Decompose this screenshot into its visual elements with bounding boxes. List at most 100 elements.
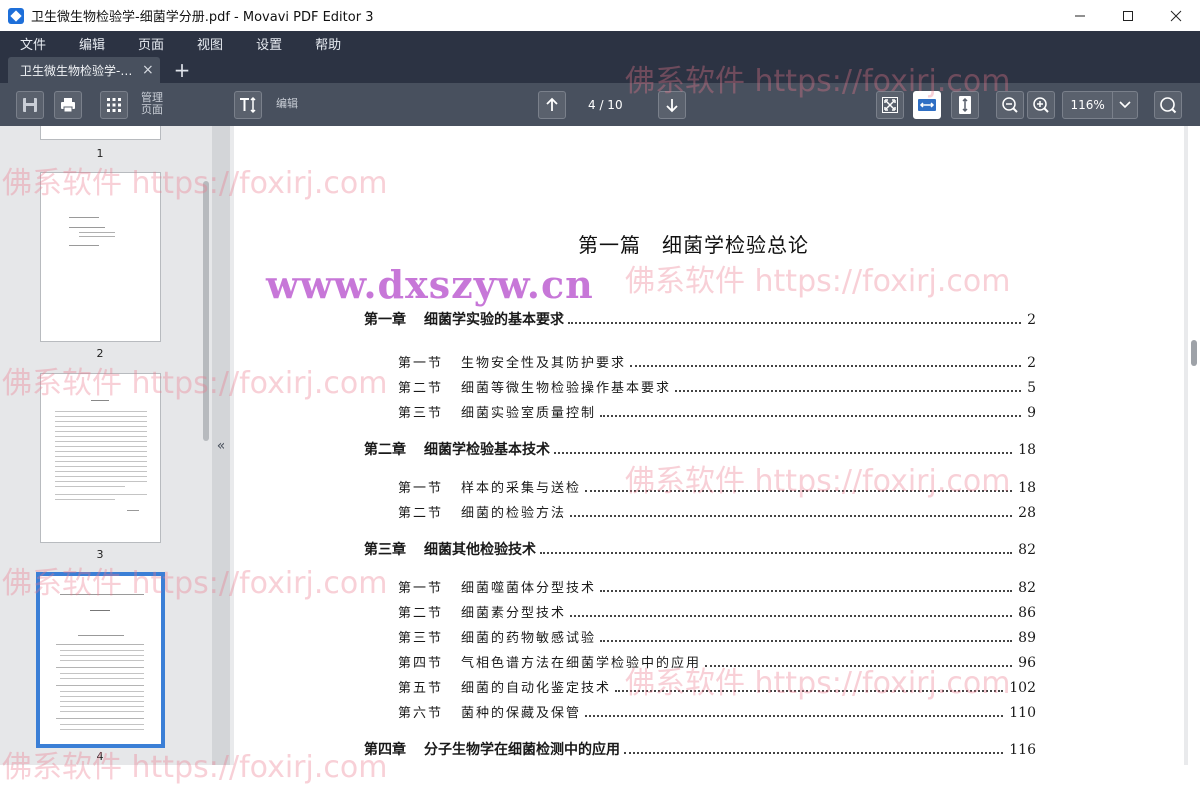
toc-number: 第二节 [398, 606, 444, 621]
save-icon [23, 98, 37, 112]
zoom-in-icon [1033, 97, 1049, 113]
toc-page-number: 28 [1018, 505, 1036, 521]
toc-chapter-row[interactable]: 第一章 细菌学实验的基本要求 2 [364, 309, 1036, 329]
thumbnail-number-4: 4 [96, 750, 104, 763]
tab-close-button[interactable]: × [142, 62, 154, 78]
search-button[interactable] [1154, 91, 1182, 119]
printer-icon [61, 98, 75, 113]
toc-number: 第一节 [398, 356, 444, 371]
toc-leader-dots [630, 365, 1022, 367]
chevron-down-icon[interactable] [1113, 101, 1137, 109]
fit-height-icon [959, 96, 971, 114]
edit-label[interactable]: 编辑 [276, 98, 298, 110]
toc-section-row[interactable]: 第一节 细菌噬菌体分型技术 82 [398, 577, 1036, 596]
toc-section-row[interactable]: 第五节 细菌的自动化鉴定技术 102 [398, 677, 1036, 696]
toc-page-number: 18 [1018, 480, 1036, 496]
toc-section-row[interactable]: 第二节 细菌的检验方法 28 [398, 502, 1036, 521]
zoom-select[interactable]: 116% [1062, 91, 1138, 119]
menu-file[interactable]: 文件 [20, 34, 46, 53]
fit-width-button[interactable] [913, 91, 941, 119]
toc-section-row[interactable]: 第三节 细菌实验室质量控制 9 [398, 402, 1036, 421]
edit-text-button[interactable] [234, 91, 262, 119]
next-page-button[interactable] [658, 91, 686, 119]
toc-title: 细菌学实验的基本要求 [424, 312, 564, 328]
grid-icon [107, 98, 121, 112]
toc-number: 第三节 [398, 406, 444, 421]
toc-section-row[interactable]: 第六节 菌种的保藏及保管 110 [398, 702, 1036, 721]
toc-number: 第五节 [398, 681, 444, 696]
zoom-in-button[interactable] [1027, 91, 1055, 119]
toc-page-number: 2 [1027, 355, 1036, 371]
toc-section-row[interactable]: 第三节 细菌的药物敏感试验 89 [398, 627, 1036, 646]
toc-title: 细菌的检验方法 [461, 506, 567, 521]
zoom-out-button[interactable] [996, 91, 1024, 119]
toc-leader-dots [570, 615, 1013, 617]
fit-page-button[interactable] [876, 91, 904, 119]
page-thumbnail-3[interactable] [40, 373, 161, 543]
toc-chapter-row[interactable]: 第三章 细菌其他检验技术 82 [364, 539, 1036, 559]
toc-leader-dots [600, 640, 1013, 642]
close-window-button[interactable] [1152, 0, 1200, 31]
print-button[interactable] [54, 91, 82, 119]
toc-leader-dots [568, 322, 1022, 324]
toc-section-row[interactable]: 第一节 样本的采集与送检 18 [398, 477, 1036, 496]
toc-page-number: 82 [1018, 580, 1036, 596]
toc-number: 第六节 [398, 706, 444, 721]
document-scrollbar[interactable] [1188, 126, 1200, 765]
tab-label: 卫生微生物检验学-… [20, 63, 133, 78]
menu-view[interactable]: 视图 [197, 34, 223, 53]
toc-section-row[interactable]: 第一节 生物安全性及其防护要求 2 [398, 352, 1036, 371]
page-indicator[interactable]: 4 / 10 [588, 98, 623, 112]
maximize-button[interactable] [1104, 0, 1152, 31]
tab-document[interactable]: 卫生微生物检验学-… × [8, 57, 160, 83]
fit-width-icon [918, 99, 936, 111]
menu-settings[interactable]: 设置 [256, 34, 282, 53]
manage-pages-label[interactable]: 管理页面 [141, 92, 169, 116]
document-scrollbar-thumb[interactable] [1191, 340, 1197, 366]
toc-leader-dots [570, 515, 1013, 517]
sidebar-scrollbar[interactable] [201, 126, 211, 765]
window-controls [1056, 0, 1200, 31]
page-thumbnail-4[interactable] [36, 572, 165, 748]
toc-section-row[interactable]: 第二节 细菌素分型技术 86 [398, 602, 1036, 621]
menu-page[interactable]: 页面 [138, 34, 164, 53]
toc-chapter-row[interactable]: 第二章 细菌学检验基本技术 18 [364, 439, 1036, 459]
new-tab-button[interactable]: + [168, 57, 196, 83]
toc-title: 细菌的自动化鉴定技术 [461, 681, 612, 696]
tab-bar: 卫生微生物检验学-… × + [0, 56, 1200, 83]
menu-help[interactable]: 帮助 [315, 34, 341, 53]
toc-title: 细菌学检验基本技术 [424, 442, 550, 458]
manage-pages-button[interactable] [100, 91, 128, 119]
page-thumbnail-2[interactable] [40, 172, 161, 342]
sidebar-scrollbar-thumb[interactable] [203, 181, 209, 441]
toc-page-number: 18 [1018, 442, 1036, 458]
collapse-sidebar-button[interactable]: « [212, 126, 230, 765]
toc-title: 样本的采集与送检 [461, 481, 582, 496]
thumbnail-number-2: 2 [96, 347, 104, 360]
toc-page-number: 116 [1009, 742, 1036, 758]
toc-leader-dots [554, 452, 1013, 454]
toc-number: 第二章 [364, 442, 406, 458]
toc-title: 细菌其他检验技术 [424, 542, 536, 558]
toc-title: 分子生物学在细菌检测中的应用 [424, 742, 620, 758]
page-thumbnail-1[interactable] [40, 126, 161, 140]
toc-title: 细菌的药物敏感试验 [461, 631, 597, 646]
toc-section-row[interactable]: 第二节 细菌等微生物检验操作基本要求 5 [398, 377, 1036, 396]
menu-edit[interactable]: 编辑 [79, 34, 105, 53]
url-overlay: www.dxszyw.cn [266, 262, 594, 307]
thumbnail-number-3: 3 [96, 548, 104, 561]
arrow-up-icon [546, 97, 558, 111]
toc-number: 第四节 [398, 656, 444, 671]
toc-title: 气相色谱方法在细菌学检验中的应用 [461, 656, 702, 671]
fit-height-button[interactable] [951, 91, 979, 119]
minimize-button[interactable] [1056, 0, 1104, 31]
document-heading: 第一篇 细菌学检验总论 [578, 233, 809, 257]
toc-section-row[interactable]: 第四节 气相色谱方法在细菌学检验中的应用 96 [398, 652, 1036, 671]
fit-page-icon [882, 97, 898, 113]
toc-leader-dots [600, 415, 1022, 417]
previous-page-button[interactable] [538, 91, 566, 119]
page-thumbnails-panel: 1 2 3 4 [0, 126, 212, 765]
toc-chapter-row[interactable]: 第四章 分子生物学在细菌检测中的应用 116 [364, 739, 1036, 759]
toc-leader-dots [585, 490, 1013, 492]
save-button[interactable] [16, 91, 44, 119]
